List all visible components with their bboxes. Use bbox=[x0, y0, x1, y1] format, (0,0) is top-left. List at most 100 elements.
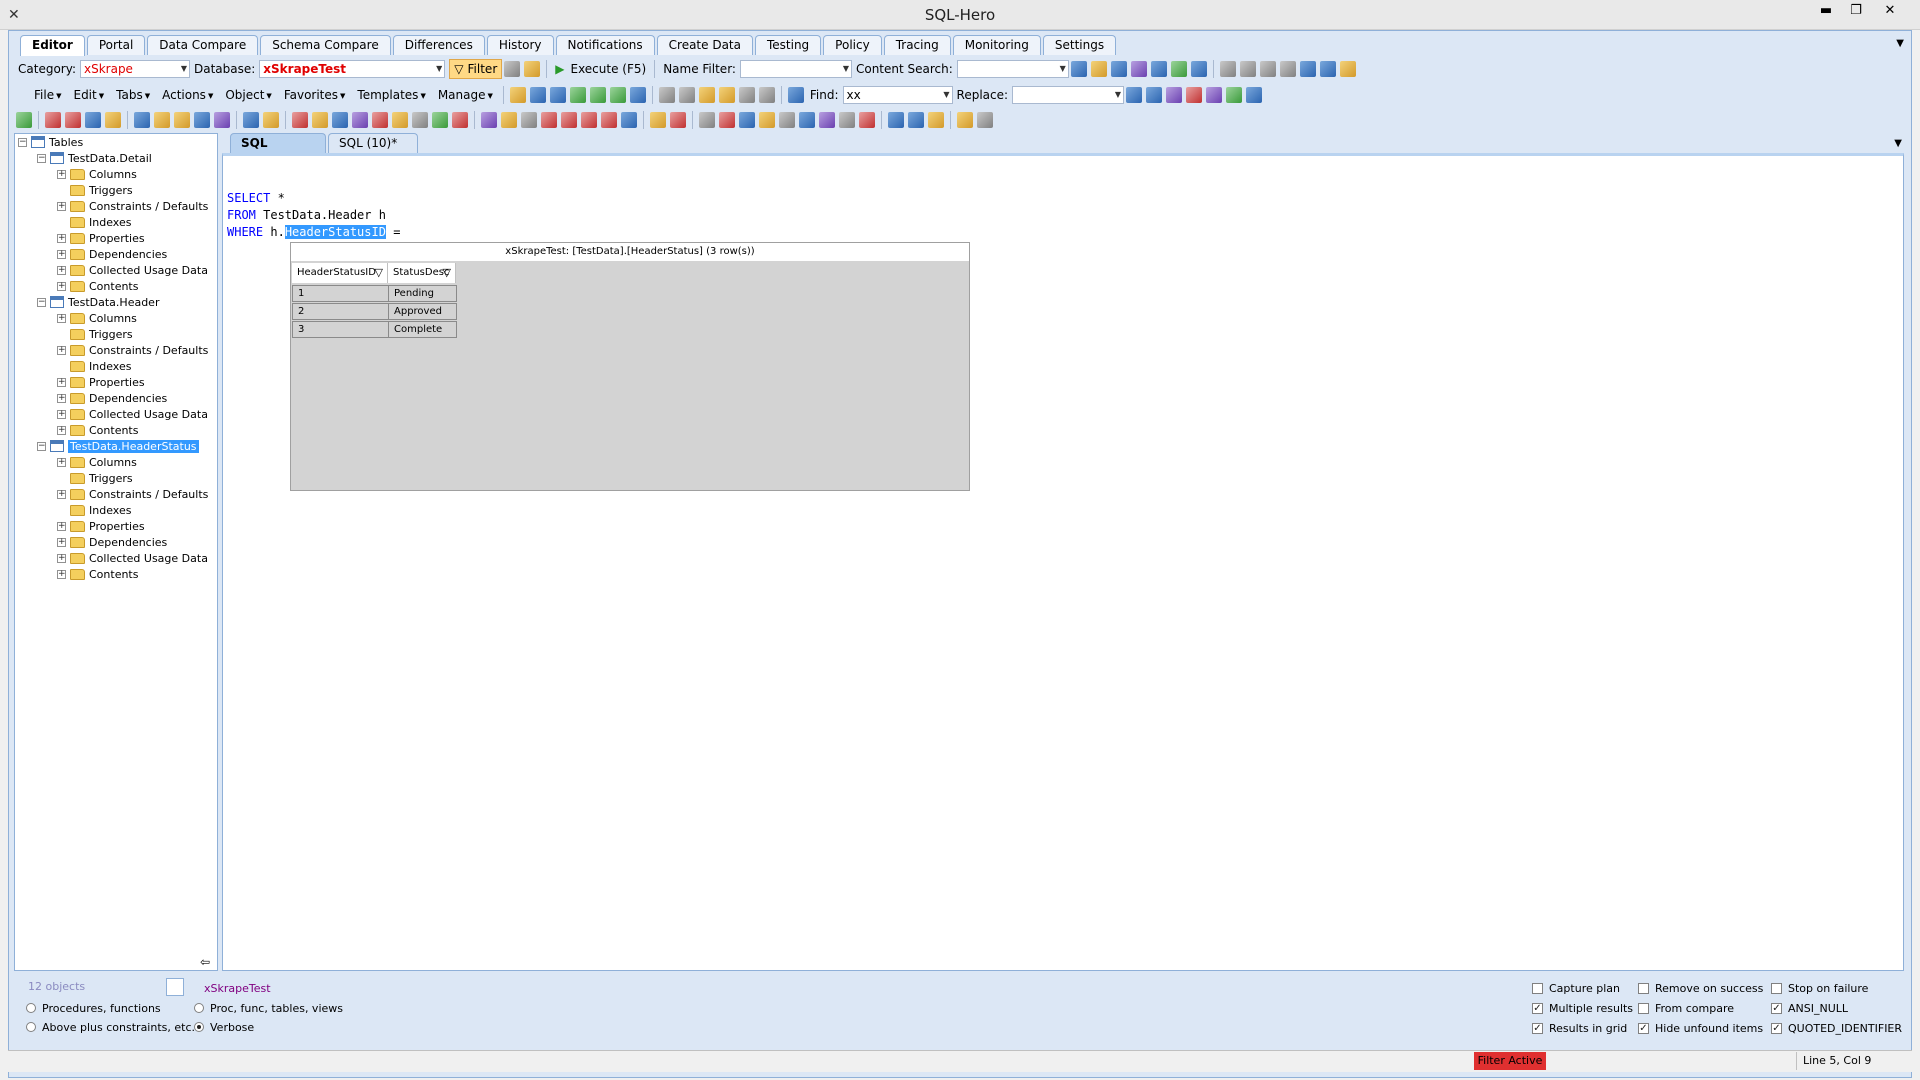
tree-node[interactable]: + Contents bbox=[57, 422, 138, 438]
delete-icon[interactable] bbox=[541, 112, 557, 128]
name-filter-input[interactable]: ▼ bbox=[739, 60, 852, 78]
tree-node[interactable]: + Columns bbox=[57, 454, 137, 470]
tree-node[interactable]: + Constraints / Defaults bbox=[57, 198, 208, 214]
link-icon[interactable] bbox=[432, 112, 448, 128]
copy-icon[interactable] bbox=[678, 87, 695, 103]
find-object-icon[interactable] bbox=[1110, 61, 1127, 77]
import-icon[interactable] bbox=[174, 112, 190, 128]
radio-constraints[interactable]: Above plus constraints, etc. bbox=[26, 1019, 195, 1035]
tab-notifications[interactable]: Notifications bbox=[555, 35, 655, 55]
radio-proc-func-tables[interactable]: Proc, func, tables, views bbox=[194, 1000, 343, 1016]
tab-create-data[interactable]: Create Data bbox=[656, 35, 753, 55]
tree-node[interactable]: − Tables bbox=[18, 134, 83, 150]
find-next-icon[interactable] bbox=[1166, 87, 1183, 103]
capture-plan-checkbox[interactable]: Capture plan bbox=[1532, 980, 1620, 996]
sync-icon[interactable] bbox=[1170, 61, 1187, 77]
grid-icon[interactable] bbox=[412, 112, 428, 128]
table-cell[interactable]: Pending bbox=[388, 285, 457, 302]
compare-objects-icon[interactable] bbox=[481, 112, 497, 128]
tab-history[interactable]: History bbox=[486, 35, 554, 55]
lightbulb-icon[interactable] bbox=[1339, 61, 1356, 77]
filter-icon[interactable]: ▽ bbox=[375, 263, 383, 283]
tab-editor[interactable]: Editor bbox=[20, 35, 85, 56]
clone-icon[interactable] bbox=[957, 112, 973, 128]
publish-icon[interactable] bbox=[609, 87, 626, 103]
collapse-icon[interactable]: − bbox=[18, 137, 27, 147]
content-search-input[interactable]: ▼ bbox=[956, 60, 1069, 78]
new-query-icon[interactable] bbox=[65, 112, 81, 128]
table-cell[interactable]: 2 bbox=[292, 303, 389, 320]
move-icon[interactable] bbox=[1259, 61, 1276, 77]
collapse-icon[interactable]: − bbox=[37, 153, 46, 163]
download-icon[interactable] bbox=[589, 87, 606, 103]
radio-verbose[interactable]: Verbose bbox=[194, 1019, 254, 1035]
tree-node[interactable]: + Collected Usage Data bbox=[57, 262, 208, 278]
debug-icon[interactable] bbox=[214, 112, 230, 128]
minimize-button[interactable]: ▬ bbox=[1812, 0, 1840, 22]
pin-icon[interactable] bbox=[839, 112, 855, 128]
search-icon[interactable] bbox=[1070, 61, 1087, 77]
remove-on-success-checkbox[interactable]: Remove on success bbox=[1638, 980, 1763, 996]
tab-testing[interactable]: Testing bbox=[754, 35, 822, 55]
text-icon[interactable] bbox=[779, 112, 795, 128]
window-icon[interactable] bbox=[1246, 87, 1263, 103]
expand-icon[interactable]: + bbox=[57, 521, 66, 531]
help-icon[interactable] bbox=[650, 112, 666, 128]
replace-all-icon[interactable] bbox=[1146, 87, 1163, 103]
filter-button[interactable]: ▽ Filter bbox=[449, 59, 503, 79]
globe-icon[interactable] bbox=[629, 87, 646, 103]
tree-node[interactable]: + Collected Usage Data bbox=[57, 406, 208, 422]
delete-row-icon[interactable] bbox=[581, 112, 597, 128]
table-cell[interactable]: 3 bbox=[292, 321, 389, 338]
blank-doc-icon[interactable] bbox=[521, 112, 537, 128]
collapse-icon[interactable]: − bbox=[37, 441, 46, 451]
tree-node[interactable]: + Constraints / Defaults bbox=[57, 342, 208, 358]
expand-icon[interactable]: + bbox=[57, 281, 66, 291]
tree-node[interactable]: − TestData.Header bbox=[37, 294, 159, 310]
pencil-icon[interactable] bbox=[1090, 61, 1107, 77]
expand-icon[interactable]: + bbox=[57, 489, 66, 499]
network-icon[interactable] bbox=[819, 112, 835, 128]
tab-data-compare[interactable]: Data Compare bbox=[147, 35, 259, 55]
tab-portal[interactable]: Portal bbox=[86, 35, 146, 55]
expand-icon[interactable]: + bbox=[57, 393, 66, 403]
schema-icon[interactable] bbox=[243, 112, 259, 128]
tab-sql-10[interactable]: SQL (10)* bbox=[328, 133, 418, 153]
info-icon[interactable] bbox=[670, 112, 686, 128]
expand-icon[interactable]: + bbox=[57, 345, 66, 355]
tabs-overflow-chevron-icon[interactable]: ▼ bbox=[1896, 38, 1904, 49]
tree-node[interactable]: + Dependencies bbox=[57, 390, 167, 406]
calendar-icon[interactable] bbox=[292, 112, 308, 128]
delete-column-icon[interactable] bbox=[561, 112, 577, 128]
tab-policy[interactable]: Policy bbox=[823, 35, 882, 55]
tree-node[interactable]: + Dependencies bbox=[57, 534, 167, 550]
run-script-icon[interactable] bbox=[194, 112, 210, 128]
export-icon[interactable] bbox=[1319, 61, 1336, 77]
tree-node[interactable]: + Dependencies bbox=[57, 246, 167, 262]
column-header-statusdesc[interactable]: StatusDesc ▽ bbox=[388, 263, 456, 283]
stop-icon[interactable] bbox=[859, 112, 875, 128]
wizard-icon[interactable] bbox=[759, 112, 775, 128]
wrench-icon[interactable] bbox=[504, 61, 521, 77]
tree-node[interactable]: + Properties bbox=[57, 230, 145, 246]
edit-icon[interactable] bbox=[928, 112, 944, 128]
tree-node[interactable]: + Collected Usage Data bbox=[57, 550, 208, 566]
upload-icon[interactable] bbox=[569, 87, 586, 103]
menu-manage[interactable]: Manage ▼ bbox=[432, 88, 499, 102]
tab-differences[interactable]: Differences bbox=[392, 35, 485, 55]
funnel-icon[interactable] bbox=[1226, 87, 1243, 103]
expand-icon[interactable]: + bbox=[57, 169, 66, 179]
menu-actions[interactable]: Actions ▼ bbox=[156, 88, 219, 102]
lookup-popup[interactable]: xSkrapeTest: [TestData].[HeaderStatus] (… bbox=[290, 242, 970, 491]
tree-node[interactable]: + Properties bbox=[57, 518, 145, 534]
expand-icon[interactable]: + bbox=[57, 265, 66, 275]
copy-right-icon[interactable] bbox=[1239, 61, 1256, 77]
tree-node[interactable]: − TestData.HeaderStatus bbox=[37, 438, 199, 454]
template-icon[interactable] bbox=[105, 112, 121, 128]
indent-icon[interactable] bbox=[738, 87, 755, 103]
table-cell[interactable]: 1 bbox=[292, 285, 389, 302]
tree-node[interactable]: + Properties bbox=[57, 374, 145, 390]
tree-node[interactable]: Triggers bbox=[57, 326, 133, 342]
window2-icon[interactable] bbox=[799, 112, 815, 128]
expand-icon[interactable]: + bbox=[57, 313, 66, 323]
